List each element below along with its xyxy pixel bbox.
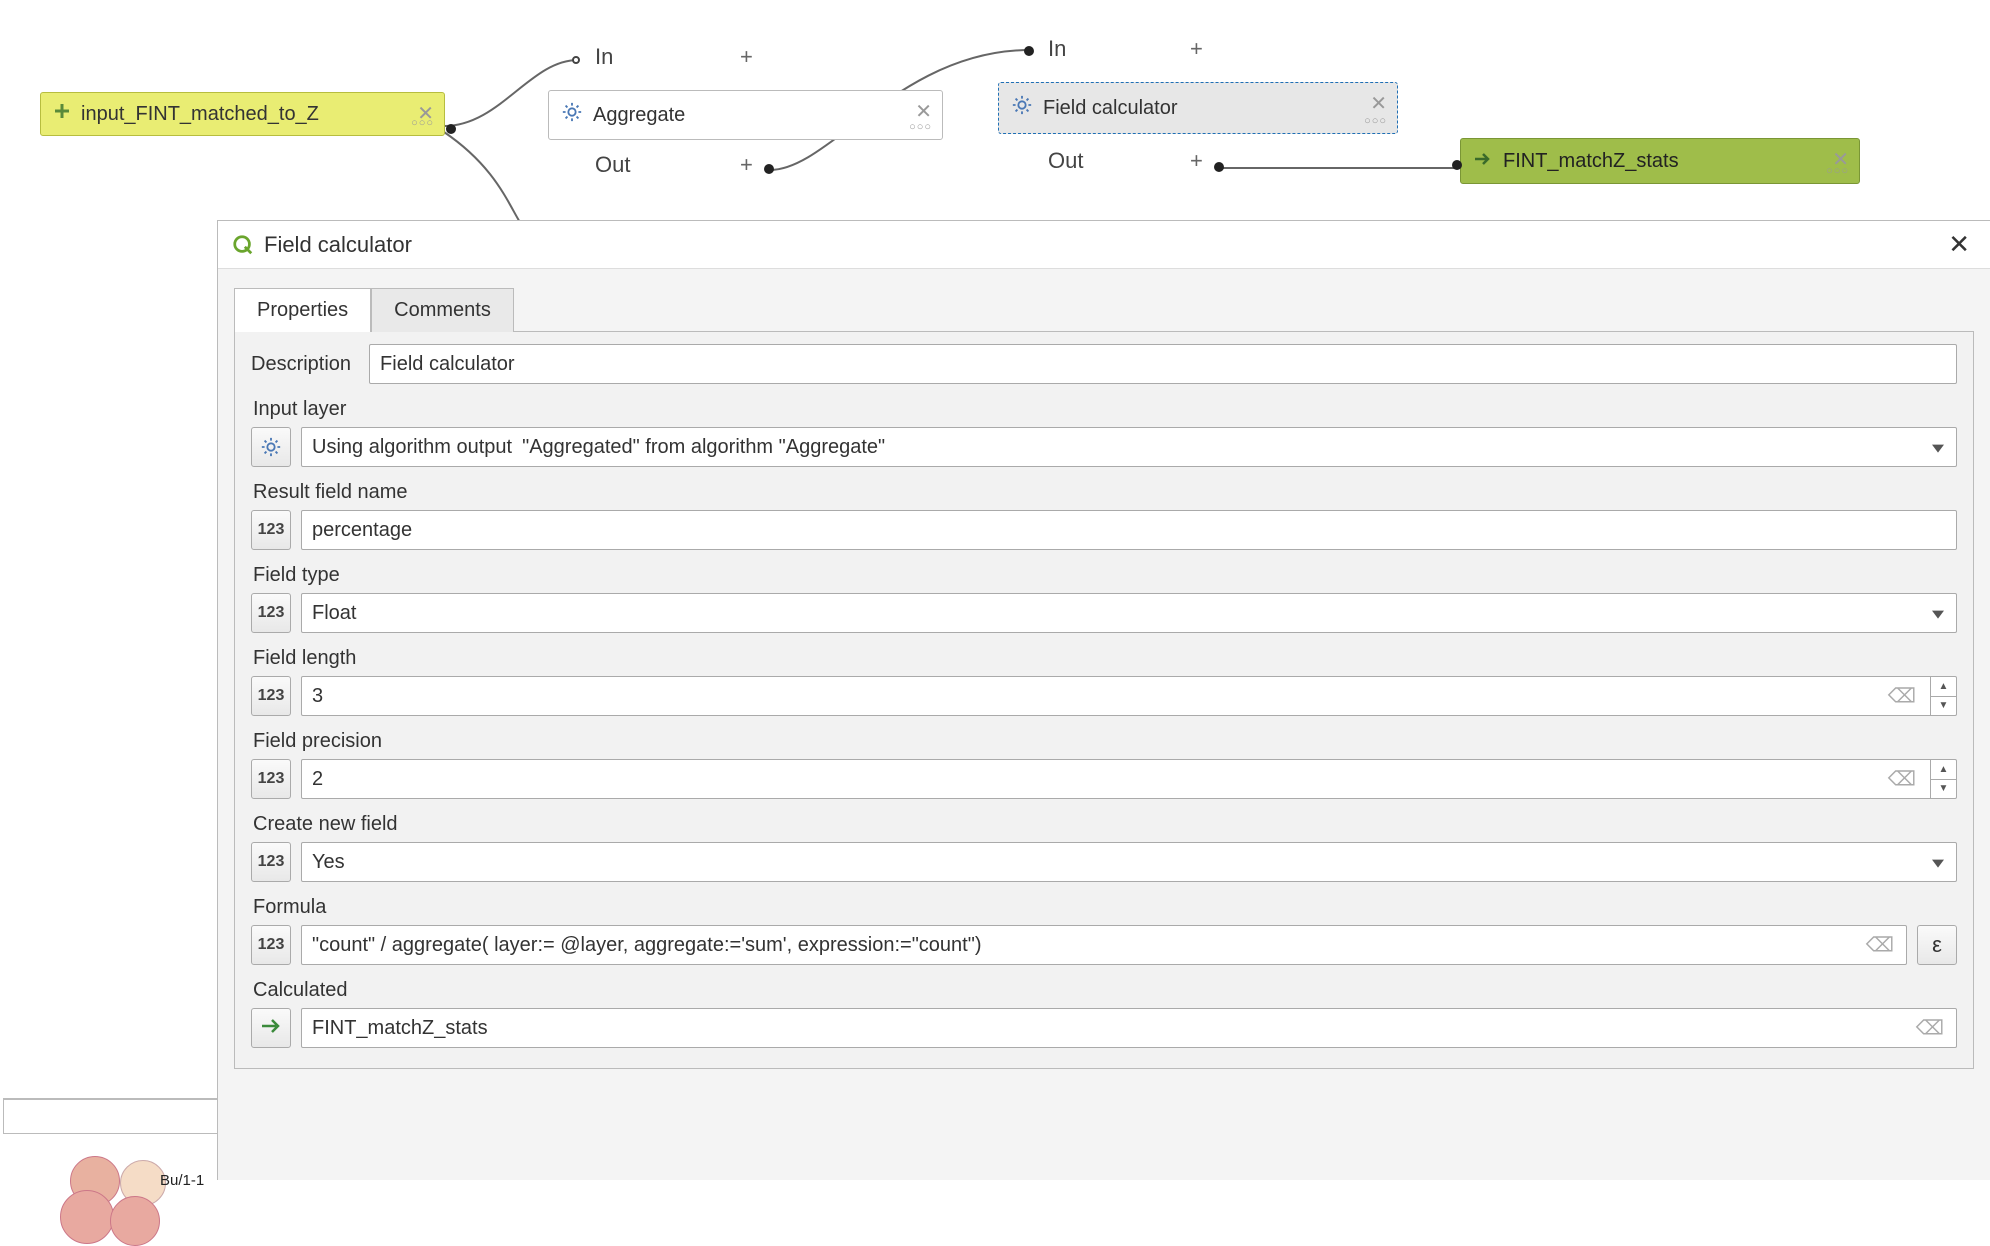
- algorithm-node-aggregate[interactable]: Aggregate ✕ ○○○: [548, 90, 943, 140]
- field-length-input[interactable]: 3 ⌫ ▲▼: [301, 676, 1957, 716]
- node-menu-icon[interactable]: ○○○: [909, 121, 932, 133]
- type-badge-button[interactable]: 123: [251, 759, 291, 799]
- input-layer-value: "Aggregated" from algorithm "Aggregate": [522, 436, 885, 459]
- port-label-out: Out: [595, 152, 630, 178]
- formula-label: Formula: [253, 896, 1957, 919]
- add-input-icon[interactable]: +: [740, 44, 753, 70]
- type-badge-button[interactable]: 123: [251, 593, 291, 633]
- type-badge: 123: [258, 936, 285, 954]
- add-output-icon[interactable]: +: [1190, 148, 1203, 174]
- type-badge: 123: [258, 521, 285, 539]
- type-badge-button[interactable]: 123: [251, 510, 291, 550]
- type-badge-button[interactable]: 123: [251, 676, 291, 716]
- input-layer-source-button[interactable]: [251, 427, 291, 467]
- formula-input[interactable]: "count" / aggregate( layer:= @layer, agg…: [301, 925, 1907, 965]
- output-port[interactable]: [446, 124, 456, 134]
- description-label: Description: [251, 344, 351, 384]
- create-new-field-select[interactable]: Yes: [301, 842, 1957, 882]
- field-precision-value: 2: [312, 768, 323, 791]
- field-type-value: Float: [312, 602, 356, 625]
- dialog-titlebar: Field calculator ✕: [218, 221, 1990, 269]
- type-badge-button[interactable]: 123: [251, 925, 291, 965]
- add-input-icon[interactable]: +: [1190, 36, 1203, 62]
- bubble-label: Bu/1-1: [160, 1172, 204, 1189]
- model-output-node[interactable]: FINT_matchZ_stats ✕ ○○○: [1460, 138, 1860, 184]
- spinbox[interactable]: ▲▼: [1930, 760, 1956, 798]
- close-icon[interactable]: ✕: [1370, 91, 1387, 116]
- dialog-title: Field calculator: [264, 232, 412, 258]
- field-length-value: 3: [312, 685, 323, 708]
- tab-properties[interactable]: Properties: [234, 288, 371, 332]
- spin-up-icon[interactable]: ▲: [1931, 677, 1956, 697]
- field-type-label: Field type: [253, 564, 1957, 587]
- result-field-name-label: Result field name: [253, 481, 1957, 504]
- calculated-value: FINT_matchZ_stats: [312, 1017, 488, 1040]
- output-port[interactable]: [1214, 162, 1224, 172]
- background-bubbles: Bu/1-1: [30, 1090, 210, 1210]
- properties-panel: Description Field calculator Input layer…: [234, 331, 1974, 1069]
- field-precision-input[interactable]: 2 ⌫ ▲▼: [301, 759, 1957, 799]
- field-calculator-dialog: Field calculator ✕ Properties Comments D…: [217, 220, 1990, 1180]
- add-output-icon[interactable]: +: [740, 152, 753, 178]
- close-icon[interactable]: ✕: [1942, 229, 1976, 260]
- spin-down-icon[interactable]: ▼: [1931, 697, 1956, 716]
- node-menu-icon[interactable]: ○○○: [1364, 115, 1387, 127]
- type-badge: 123: [258, 853, 285, 871]
- port-label-in: In: [595, 44, 613, 70]
- output-arrow-button[interactable]: [251, 1008, 291, 1048]
- clear-icon[interactable]: ⌫: [1888, 767, 1916, 792]
- gear-icon: [561, 101, 583, 129]
- spin-down-icon[interactable]: ▼: [1931, 780, 1956, 799]
- calculated-input[interactable]: FINT_matchZ_stats ⌫: [301, 1008, 1957, 1048]
- port-label-in: In: [1048, 36, 1066, 62]
- input-layer-label: Input layer: [253, 398, 1957, 421]
- description-row: Description Field calculator: [251, 344, 1957, 384]
- expression-builder-button[interactable]: ε: [1917, 925, 1957, 965]
- tabstrip: Properties Comments: [218, 269, 1990, 331]
- field-length-label: Field length: [253, 647, 1957, 670]
- clear-icon[interactable]: ⌫: [1916, 1016, 1944, 1041]
- model-input-node[interactable]: input_FINT_matched_to_Z ✕ ○○○: [40, 92, 445, 136]
- result-field-name-value: percentage: [312, 519, 412, 542]
- input-port[interactable]: [572, 56, 580, 64]
- create-new-field-label: Create new field: [253, 813, 1957, 836]
- clear-icon[interactable]: ⌫: [1888, 684, 1916, 709]
- node-menu-icon[interactable]: ○○○: [1826, 165, 1849, 177]
- plus-icon: [53, 102, 71, 126]
- field-type-select[interactable]: Float: [301, 593, 1957, 633]
- type-badge-button[interactable]: 123: [251, 842, 291, 882]
- spinbox[interactable]: ▲▼: [1930, 677, 1956, 715]
- qgis-icon: [232, 234, 254, 256]
- input-layer-select[interactable]: Using algorithm output "Aggregated" from…: [301, 427, 1957, 467]
- tab-comments[interactable]: Comments: [371, 288, 514, 332]
- input-layer-prefix: Using algorithm output: [312, 436, 512, 459]
- epsilon-icon: ε: [1932, 932, 1942, 958]
- type-badge: 123: [258, 687, 285, 705]
- input-port[interactable]: [1024, 46, 1034, 56]
- output-node-label: FINT_matchZ_stats: [1503, 150, 1679, 173]
- type-badge: 123: [258, 770, 285, 788]
- model-canvas[interactable]: input_FINT_matched_to_Z ✕ ○○○ In + Aggre…: [0, 0, 1990, 220]
- description-value: Field calculator: [380, 353, 515, 376]
- clear-icon[interactable]: ⌫: [1866, 933, 1894, 958]
- field-precision-label: Field precision: [253, 730, 1957, 753]
- algorithm-node-field-calculator[interactable]: Field calculator ✕ ○○○: [998, 82, 1398, 134]
- node-menu-icon[interactable]: ○○○: [411, 117, 434, 129]
- gear-icon: [1011, 94, 1033, 122]
- input-port[interactable]: [1452, 160, 1462, 170]
- calculated-label: Calculated: [253, 979, 1957, 1002]
- spin-up-icon[interactable]: ▲: [1931, 760, 1956, 780]
- formula-value: "count" / aggregate( layer:= @layer, agg…: [312, 934, 981, 957]
- result-field-name-input[interactable]: percentage: [301, 510, 1957, 550]
- input-node-label: input_FINT_matched_to_Z: [81, 103, 319, 126]
- create-new-field-value: Yes: [312, 851, 345, 874]
- type-badge: 123: [258, 604, 285, 622]
- arrow-right-icon: [1473, 150, 1493, 173]
- description-input[interactable]: Field calculator: [369, 344, 1957, 384]
- output-port[interactable]: [764, 164, 774, 174]
- algorithm-label: Aggregate: [593, 104, 685, 127]
- port-label-out: Out: [1048, 148, 1083, 174]
- algorithm-label: Field calculator: [1043, 97, 1178, 120]
